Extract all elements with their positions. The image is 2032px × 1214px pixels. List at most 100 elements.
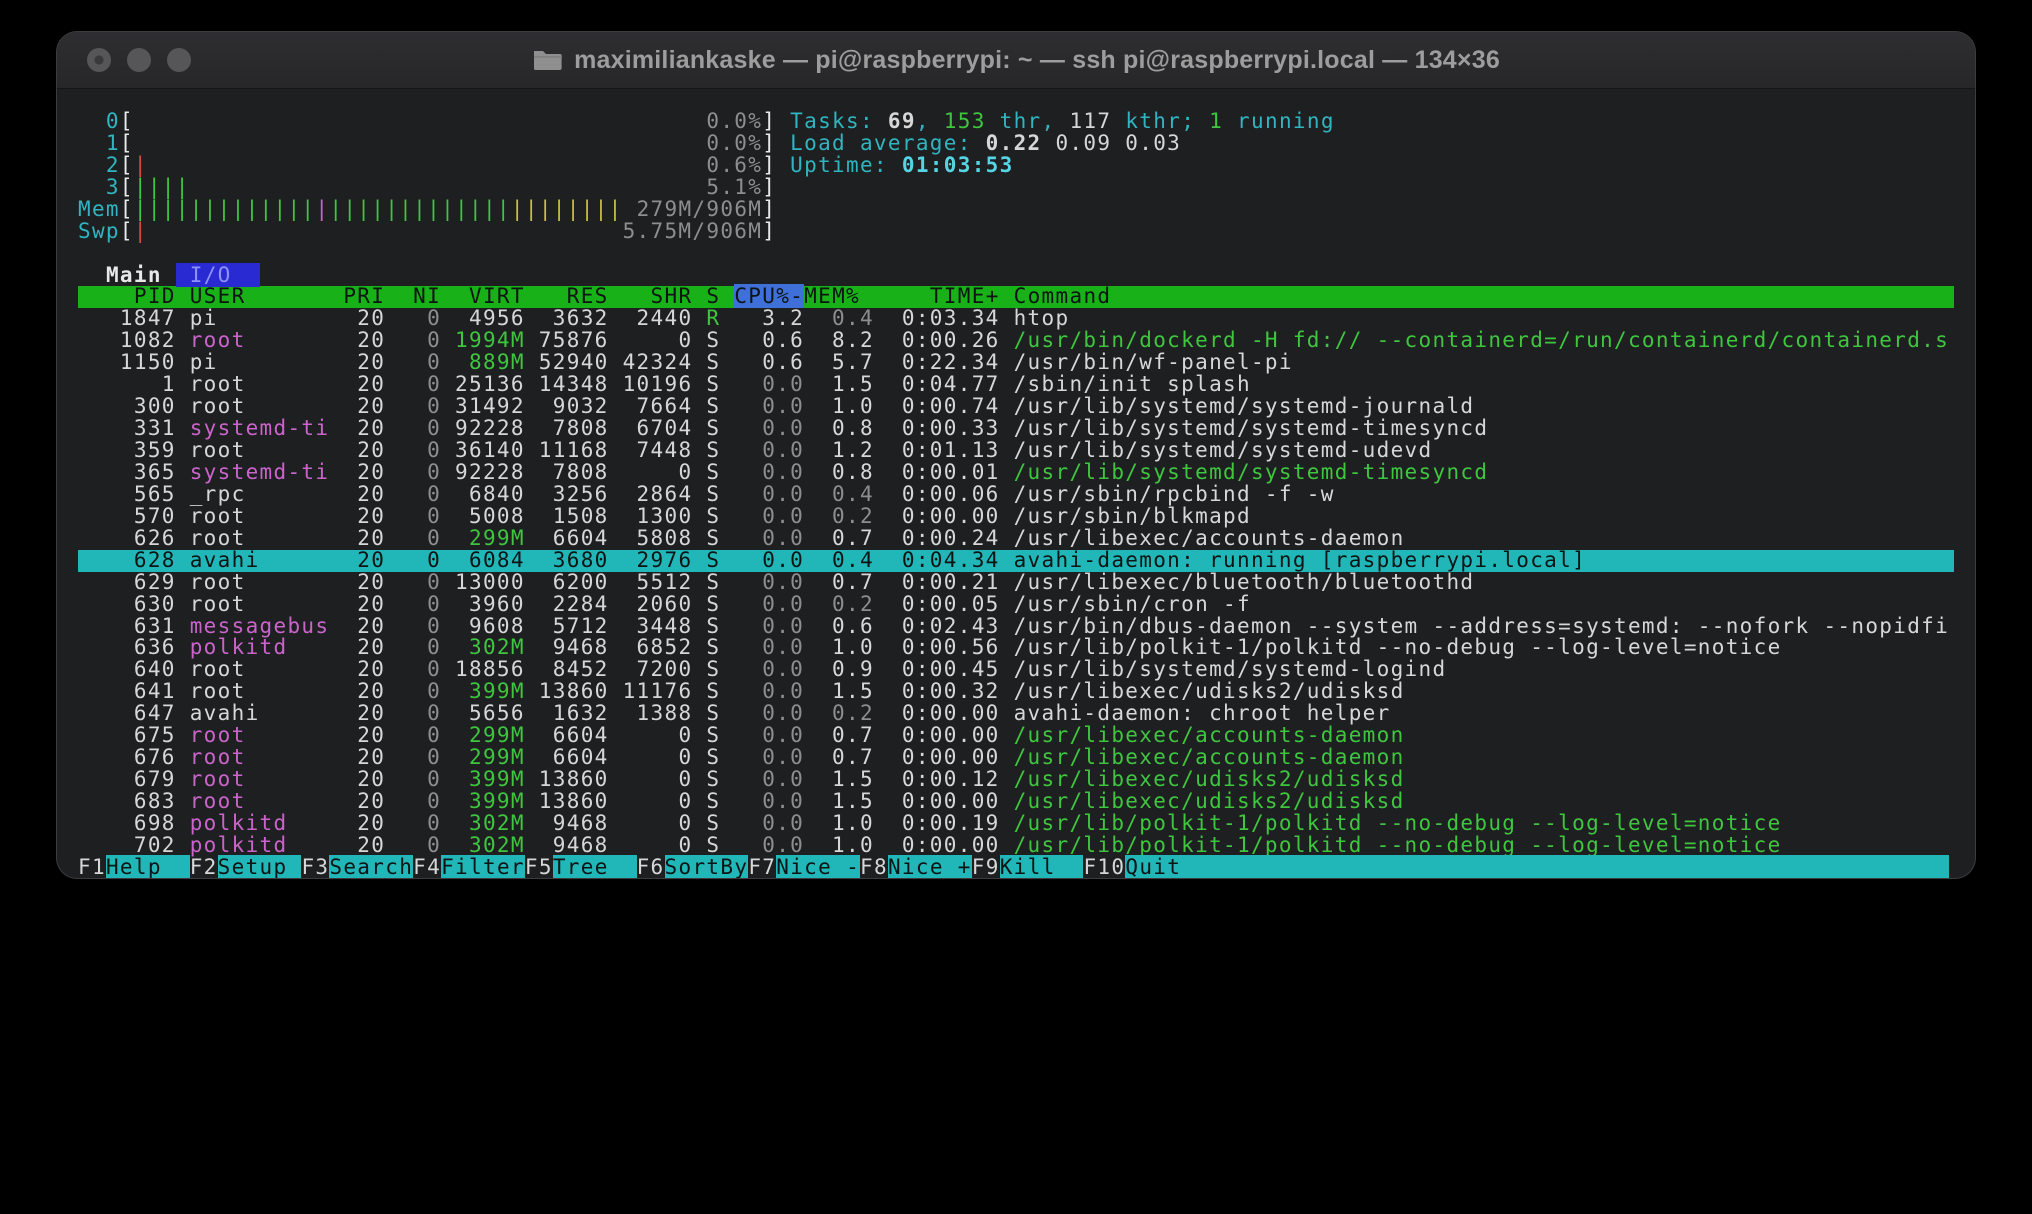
meter-value: 5.1%: [706, 175, 762, 199]
window-titlebar[interactable]: maximiliankaske — pi@raspberrypi: ~ — ss…: [57, 32, 1975, 89]
process-row-1082[interactable]: 1082 root 20 0 1994M 75876 0 S 0.6 8.2 0…: [78, 330, 1954, 352]
process-row-300[interactable]: 300 root 20 0 31492 9032 7664 S 0.0 1.0 …: [78, 396, 1954, 418]
process-row-631[interactable]: 631 messagebus 20 0 9608 5712 3448 S 0.0…: [78, 616, 1954, 638]
folder-icon: [532, 48, 562, 72]
column-header-pri[interactable]: PRI: [329, 284, 385, 308]
fkey-label-f7[interactable]: Nice -: [776, 855, 860, 878]
process-row-1[interactable]: 1 root 20 0 25136 14348 10196 S 0.0 1.5 …: [78, 374, 1954, 396]
process-row-565[interactable]: 565 _rpc 20 0 6840 3256 2864 S 0.0 0.4 0…: [78, 484, 1954, 506]
fkey-label-f6[interactable]: SortBy: [665, 855, 749, 878]
cell-ni: 0: [385, 526, 441, 550]
zoom-button[interactable]: [167, 48, 191, 72]
column-header-time[interactable]: TIME+: [874, 284, 1000, 308]
process-row-676[interactable]: 676 root 20 0 299M 6604 0 S 0.0 0.7 0:00…: [78, 747, 1954, 769]
cell-cpu: 0.0: [720, 811, 804, 835]
column-header-pid[interactable]: PID: [78, 284, 176, 308]
cell-mem: 0.8: [804, 416, 874, 440]
fkey-f5[interactable]: F5: [525, 855, 553, 878]
cell-ni: 0: [385, 635, 441, 659]
fkey-label-f10[interactable]: Quit: [1125, 855, 1209, 878]
fkey-label-f5[interactable]: Tree: [553, 855, 637, 878]
cell-time: 0:00.12: [874, 767, 1000, 791]
cell-state: S: [692, 372, 720, 396]
cell-shr: 6704: [609, 416, 693, 440]
fkey-label-f8[interactable]: Nice +: [888, 855, 972, 878]
process-row-1150[interactable]: 1150 pi 20 0 889M 52940 42324 S 0.6 5.7 …: [78, 352, 1954, 374]
fkey-f4[interactable]: F4: [413, 855, 441, 878]
fkey-label-f1[interactable]: Help: [106, 855, 190, 878]
process-row-647[interactable]: 647 avahi 20 0 5656 1632 1388 S 0.0 0.2 …: [78, 703, 1954, 725]
fkey-f10[interactable]: F10: [1083, 855, 1125, 878]
process-row-628[interactable]: 628 avahi 20 0 6084 3680 2976 S 0.0 0.4 …: [78, 550, 1954, 572]
cell-command: /usr/bin/dockerd -H fd:// --containerd=/…: [1000, 328, 1950, 352]
process-row-641[interactable]: 641 root 20 0 399M 13860 11176 S 0.0 1.5…: [78, 681, 1954, 703]
column-header-shr[interactable]: SHR: [609, 284, 693, 308]
cell-pid: 647: [78, 701, 176, 725]
cell-ni: 0: [385, 460, 441, 484]
terminal-screen[interactable]: 0[ 0.0%] Tasks: 69, 153 thr, 117 kthr; 1…: [57, 89, 1975, 878]
process-row-683[interactable]: 683 root 20 0 399M 13860 0 S 0.0 1.5 0:0…: [78, 791, 1954, 813]
fkey-f2[interactable]: F2: [190, 855, 218, 878]
process-row-359[interactable]: 359 root 20 0 36140 11168 7448 S 0.0 1.2…: [78, 440, 1954, 462]
cell-pri: 20: [329, 745, 385, 769]
meter-bar: |: [134, 219, 148, 243]
cell-time: 0:00.32: [874, 679, 1000, 703]
process-row-675[interactable]: 675 root 20 0 299M 6604 0 S 0.0 0.7 0:00…: [78, 725, 1954, 747]
column-header-mem[interactable]: MEM%: [804, 284, 874, 308]
process-row-679[interactable]: 679 root 20 0 399M 13860 0 S 0.0 1.5 0:0…: [78, 769, 1954, 791]
cell-cpu: 0.6: [720, 350, 804, 374]
tab-main[interactable]: Main: [106, 263, 162, 287]
cell-res: 9468: [525, 833, 609, 857]
minimize-button[interactable]: [127, 48, 151, 72]
fkey-label-f4[interactable]: Filter: [441, 855, 525, 878]
column-header-cpu[interactable]: CPU%-: [734, 284, 804, 308]
process-row-626[interactable]: 626 root 20 0 299M 6604 5808 S 0.0 0.7 0…: [78, 528, 1954, 550]
column-header-virt[interactable]: VIRT: [441, 284, 525, 308]
tab-i-o[interactable]: I/O: [176, 263, 260, 287]
cell-res: 6604: [525, 723, 609, 747]
cell-pri: 20: [329, 328, 385, 352]
fkey-f8[interactable]: F8: [860, 855, 888, 878]
fkey-f7[interactable]: F7: [748, 855, 776, 878]
cell-res: 8452: [525, 657, 609, 681]
process-row-630[interactable]: 630 root 20 0 3960 2284 2060 S 0.0 0.2 0…: [78, 594, 1954, 616]
cell-user: root: [176, 592, 330, 616]
process-row-331[interactable]: 331 systemd-ti 20 0 92228 7808 6704 S 0.…: [78, 418, 1954, 440]
process-row-629[interactable]: 629 root 20 0 13000 6200 5512 S 0.0 0.7 …: [78, 572, 1954, 594]
cell-user: root: [176, 745, 330, 769]
process-row-640[interactable]: 640 root 20 0 18856 8452 7200 S 0.0 0.9 …: [78, 659, 1954, 681]
fkey-f1[interactable]: F1: [78, 855, 106, 878]
cell-time: 0:00.74: [874, 394, 1000, 418]
process-row-1847[interactable]: 1847 pi 20 0 4956 3632 2440 R 3.2 0.4 0:…: [78, 308, 1954, 330]
fkey-label-f3[interactable]: Search: [329, 855, 413, 878]
cell-shr: 2976: [609, 548, 693, 572]
cell-pri: 20: [329, 701, 385, 725]
column-header-res[interactable]: RES: [525, 284, 609, 308]
cell-pid: 359: [78, 438, 176, 462]
cell-command: /usr/sbin/cron -f: [1000, 592, 1251, 616]
process-row-636[interactable]: 636 polkitd 20 0 302M 9468 6852 S 0.0 1.…: [78, 637, 1954, 659]
process-row-570[interactable]: 570 root 20 0 5008 1508 1300 S 0.0 0.2 0…: [78, 506, 1954, 528]
column-header-command[interactable]: Command: [1014, 284, 1112, 308]
fkey-label-f9[interactable]: Kill: [1000, 855, 1084, 878]
cell-cpu: 0.0: [720, 394, 804, 418]
close-button[interactable]: [87, 48, 111, 72]
fkey-f9[interactable]: F9: [972, 855, 1000, 878]
process-row-702[interactable]: 702 polkitd 20 0 302M 9468 0 S 0.0 1.0 0…: [78, 835, 1954, 857]
meter-close-bracket: ]: [762, 131, 776, 155]
column-header-s[interactable]: S: [692, 284, 720, 308]
cell-cpu: 0.0: [720, 372, 804, 396]
process-row-698[interactable]: 698 polkitd 20 0 302M 9468 0 S 0.0 1.0 0…: [78, 813, 1954, 835]
cell-pri: 20: [329, 592, 385, 616]
cell-res: 75876: [525, 328, 609, 352]
column-header-ni[interactable]: NI: [385, 284, 441, 308]
fkey-label-f2[interactable]: Setup: [218, 855, 302, 878]
load-average: 0.09: [1055, 131, 1111, 155]
cell-command: /usr/libexec/udisks2/udisksd: [1000, 789, 1405, 813]
process-row-365[interactable]: 365 systemd-ti 20 0 92228 7808 0 S 0.0 0…: [78, 462, 1954, 484]
cell-pri: 20: [329, 438, 385, 462]
fkey-f6[interactable]: F6: [637, 855, 665, 878]
column-header-user[interactable]: USER: [190, 284, 330, 308]
fkey-f3[interactable]: F3: [301, 855, 329, 878]
terminal-text: [176, 284, 190, 308]
